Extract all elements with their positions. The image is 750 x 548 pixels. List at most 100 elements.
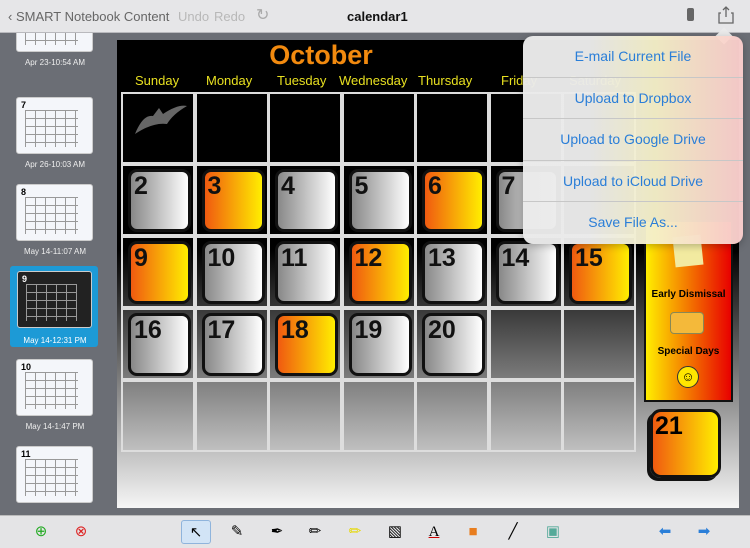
page-sorter[interactable]: Apr 23-10:54 AM 7 Apr 26-10:03 AM 8 May 14-1… [0,33,110,513]
page-timestamp: May 14-11:07 AM [23,247,87,256]
thumbnail-page-number: 10 [21,362,32,372]
export-menu-item[interactable]: Save File As... [523,202,743,244]
date-tile[interactable]: 18 [275,313,338,376]
pen-icon[interactable]: ✎ [222,520,252,544]
export-menu-item[interactable]: Upload to Google Drive [523,119,743,161]
calendar-cell[interactable]: 9 [121,236,195,308]
date-tile[interactable]: 20 [422,313,485,376]
date-tile[interactable]: 10 [201,241,265,304]
next-page-icon[interactable]: ➡ [689,520,719,544]
calendar-cell[interactable] [268,380,342,452]
date-tile[interactable]: 15 [569,241,632,304]
calendar-cell[interactable] [341,92,416,164]
page-thumbnail[interactable]: 10 [16,359,93,416]
date-tile[interactable]: 13 [422,241,485,304]
page-thumbnail[interactable]: 7 [16,97,93,154]
bottom-toolbar: ⊕ ⊗ ↖ ✎ ✒ ✏ ✏ ▧ A ■ ╱ ▣ ⬅ ➡ [0,515,750,548]
undo-button[interactable]: Undo [178,9,209,24]
export-menu-item[interactable]: Upload to iCloud Drive [523,161,743,203]
export-menu-item[interactable]: E-mail Current File [523,36,743,78]
device-icon[interactable] [687,8,694,21]
calendar-cell[interactable]: 15 [562,236,636,308]
page-thumbnail[interactable]: 9 [17,271,92,328]
calendar-cell[interactable]: 14 [488,236,563,308]
calendar-cell[interactable] [562,308,636,380]
date-tile[interactable]: 6 [422,169,485,232]
calendar-cell[interactable] [415,380,489,452]
weekday-header: Thursday [418,73,473,88]
marker-icon[interactable]: ✏ [300,520,330,544]
delete-page-icon[interactable]: ⊗ [66,520,96,544]
calendar-cell[interactable]: 12 [341,236,416,308]
legend-panel[interactable]: Early Dismissal Special Days ☺ [644,220,733,402]
highlighter-icon[interactable]: ✏ [340,520,370,544]
date-tile[interactable]: 9 [128,241,191,304]
share-icon[interactable] [718,6,734,24]
calendar-cell[interactable]: 2 [121,164,195,236]
date-tile[interactable]: 12 [348,241,412,304]
add-page-icon[interactable]: ⊕ [26,520,56,544]
back-button[interactable]: ‹ SMART Notebook Content [8,9,169,24]
calendar-cell[interactable] [488,380,563,452]
calendar-cell[interactable] [562,380,636,452]
page-thumbnail[interactable] [16,33,93,52]
calendar-cell[interactable]: 4 [268,164,342,236]
date-tile[interactable]: 3 [201,169,265,232]
eraser-icon[interactable]: ▧ [380,520,410,544]
thumbnail-content [25,110,78,147]
date-tile[interactable]: 19 [348,313,412,376]
weekday-header: Wednesday [339,73,408,88]
calendar-cell[interactable] [268,92,342,164]
weekday-header: Sunday [135,73,180,88]
select-icon[interactable]: ↖ [181,520,211,544]
calendar-cell[interactable] [488,308,563,380]
calendar-cell[interactable]: 3 [194,164,269,236]
calendar-cell[interactable] [194,92,269,164]
calendar-cell[interactable]: 10 [194,236,269,308]
date-tile[interactable]: 17 [201,313,265,376]
calendar-cell[interactable]: 6 [415,164,489,236]
calendar-cell[interactable] [121,92,195,164]
calendar-cell[interactable]: 13 [415,236,489,308]
previous-page-icon[interactable]: ⬅ [650,520,680,544]
export-menu-item[interactable]: Upload to Dropbox [523,78,743,120]
calendar-cell[interactable]: 16 [121,308,195,380]
page-thumbnail[interactable]: 8 [16,184,93,241]
legend-special-days: Special Days [657,346,720,357]
weekday-header: Tuesday [277,73,327,88]
date-tile[interactable]: 11 [275,241,338,304]
shapes-icon[interactable]: ■ [458,520,488,544]
date-tile[interactable]: 2 [128,169,191,232]
calligraphy-pen-icon[interactable]: ✒ [262,520,292,544]
thumbnail-content [25,459,78,496]
redo-button[interactable]: Redo [214,9,245,24]
page-thumbnail[interactable]: 11 [16,446,93,503]
date-tile[interactable]: 5 [348,169,412,232]
calendar-cell[interactable]: 11 [268,236,342,308]
date-tile[interactable]: 21 [650,409,721,478]
calendar-cell[interactable] [415,92,489,164]
calendar-cell[interactable]: 19 [341,308,416,380]
date-tile[interactable]: 16 [128,313,191,376]
calendar-cell[interactable]: 20 [415,308,489,380]
thumbnail-content [26,284,77,321]
calendar-cell[interactable] [341,380,416,452]
date-tile[interactable]: 4 [275,169,338,232]
line-icon[interactable]: ╱ [498,520,528,544]
calendar-cell[interactable] [121,380,195,452]
thumbnail-page-number: 8 [21,187,27,197]
date-tile[interactable]: 14 [495,241,559,304]
calendar-cell[interactable]: 5 [341,164,416,236]
legend-early-dismissal: Early Dismissal [651,289,726,300]
calendar-cell[interactable]: 18 [268,308,342,380]
calendar-cell[interactable]: 17 [194,308,269,380]
gallery-icon[interactable]: ▣ [538,520,568,544]
month-title: October [269,40,373,70]
refresh-icon[interactable]: ↻ [256,5,269,25]
text-icon[interactable]: A [419,520,449,544]
page-timestamp: May 14-1:47 PM [25,422,85,431]
thumbnail-page-number: 7 [21,100,27,110]
bat-icon [135,105,187,134]
calendar-cell[interactable] [194,380,269,452]
page-timestamp: Apr 23-10:54 AM [24,58,86,67]
